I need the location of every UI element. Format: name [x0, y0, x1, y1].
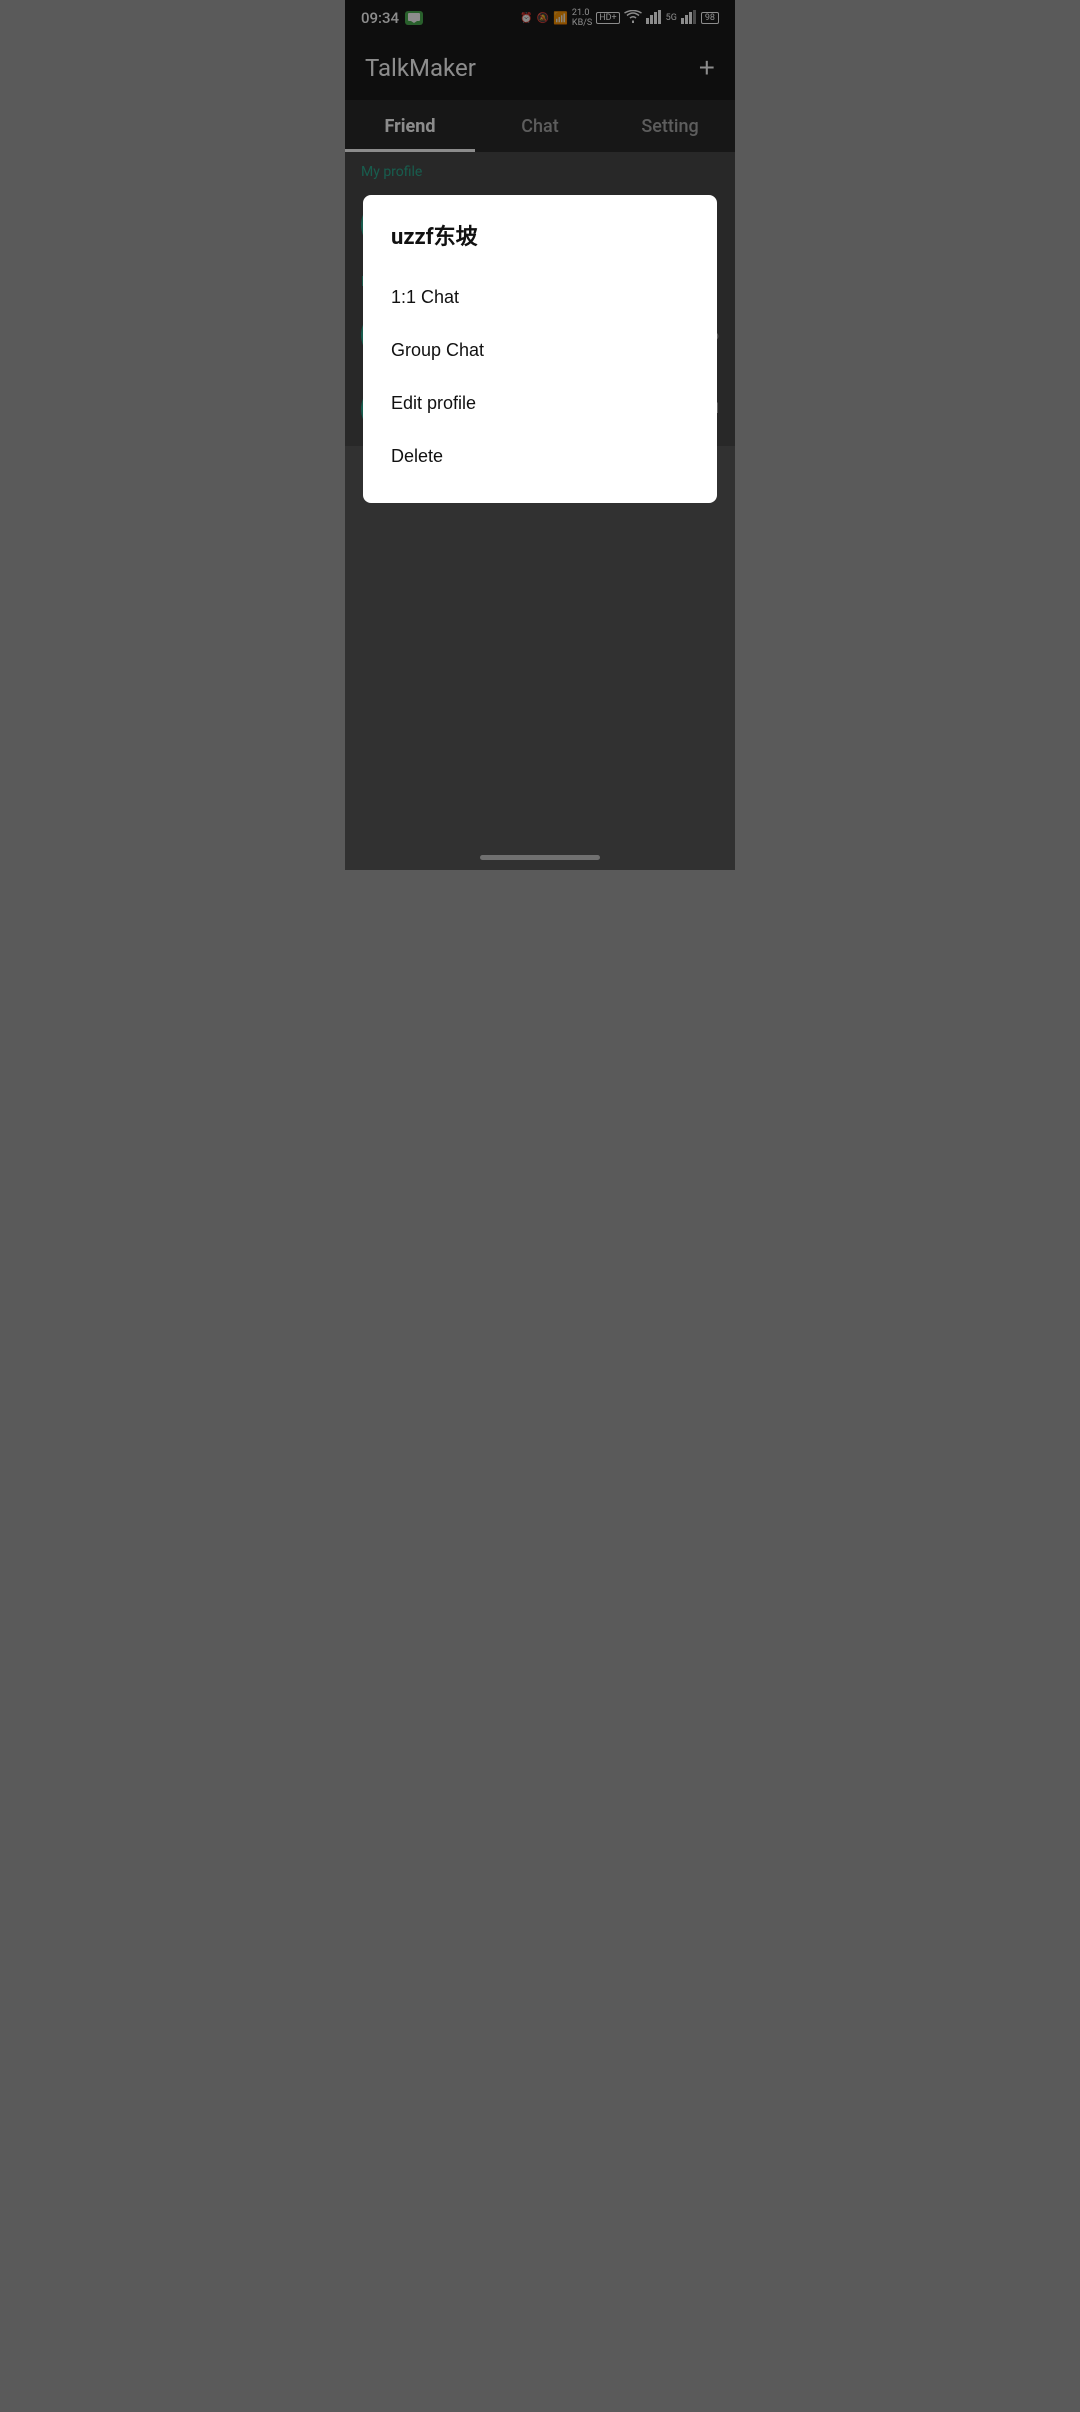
- context-menu-title: uzzf东坡: [391, 219, 689, 251]
- context-menu-item-delete[interactable]: Delete: [391, 430, 689, 483]
- context-menu-item-group-chat[interactable]: Group Chat: [391, 324, 689, 377]
- context-menu-item-one-to-one[interactable]: 1:1 Chat: [391, 271, 689, 324]
- context-menu-item-edit-profile[interactable]: Edit profile: [391, 377, 689, 430]
- context-menu: uzzf东坡 1:1 Chat Group Chat Edit profile …: [363, 195, 717, 503]
